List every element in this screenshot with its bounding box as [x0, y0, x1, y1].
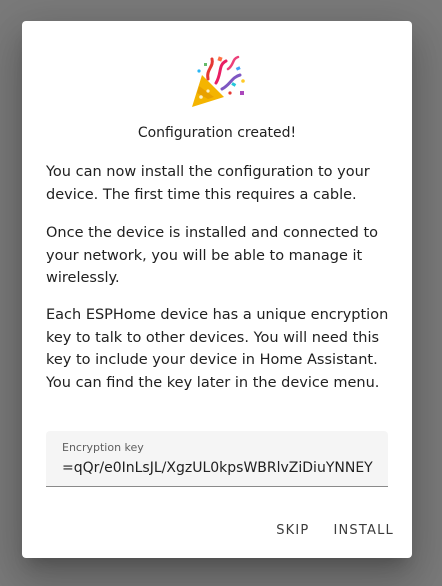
dialog-actions: Skip Install — [260, 512, 402, 548]
encryption-key-label: Encryption key — [62, 441, 144, 454]
encryption-key-input[interactable] — [62, 457, 388, 479]
configuration-created-dialog: Configuration created! You can now insta… — [22, 21, 412, 558]
skip-button[interactable]: Skip — [268, 512, 317, 548]
encryption-key-field[interactable]: Encryption key — [46, 431, 388, 487]
party-popper-icon — [192, 55, 245, 107]
dialog-title: Configuration created! — [137, 125, 297, 141]
wireless-management-text: Once the device is installed and connect… — [46, 225, 379, 287]
encryption-key-info-text: Each ESPHome device has a unique encrypt… — [46, 307, 389, 391]
install-instructions-text: You can now install the configuration to… — [46, 164, 370, 203]
install-button[interactable]: Install — [325, 512, 402, 548]
